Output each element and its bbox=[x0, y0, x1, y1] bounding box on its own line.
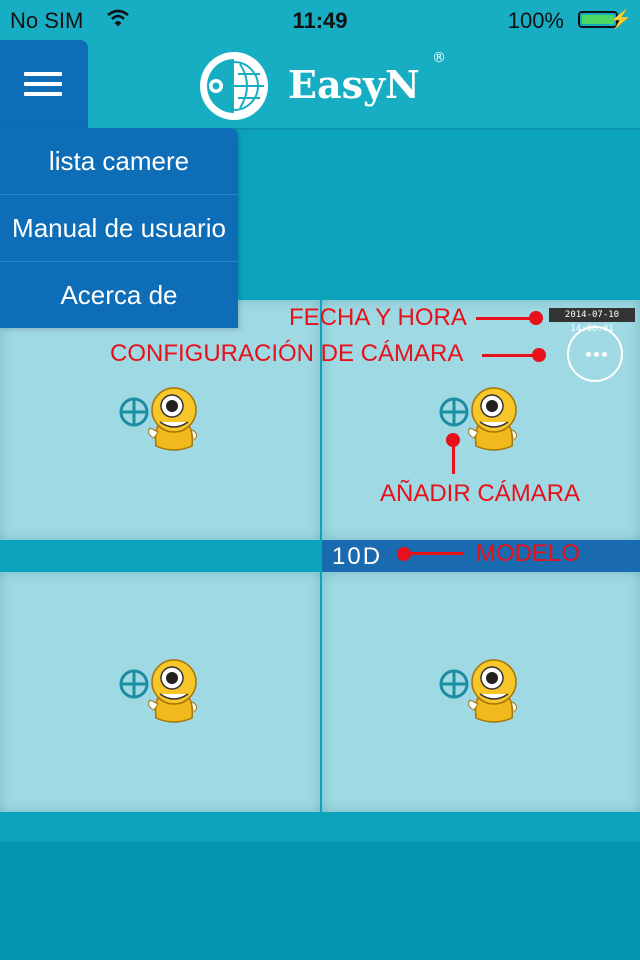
annotation-line bbox=[476, 317, 536, 320]
camera-slot-1[interactable] bbox=[0, 300, 320, 540]
annotation-line bbox=[404, 552, 464, 555]
menu-button[interactable] bbox=[0, 40, 88, 128]
bottom-band bbox=[0, 812, 640, 842]
camera-settings-button[interactable] bbox=[567, 326, 623, 382]
battery-percent: 100% bbox=[507, 8, 564, 33]
datetime-overlay: 2014-07-10 14:06:01 bbox=[549, 308, 635, 334]
logo-text: EasyN bbox=[288, 62, 420, 107]
menu-item-about[interactable]: Acerca de bbox=[0, 262, 238, 328]
annotation-model: MODELO bbox=[476, 540, 581, 567]
menu-item-camera-list[interactable]: lista camere bbox=[0, 128, 238, 195]
bottom-area bbox=[0, 842, 640, 960]
annotation-dot bbox=[532, 348, 546, 362]
menu-item-user-manual[interactable]: Manual de usuario bbox=[0, 195, 238, 262]
app-header: EasyN ® bbox=[0, 40, 640, 130]
logo-registered-mark: ® bbox=[432, 50, 446, 66]
camera-slot-3[interactable] bbox=[0, 572, 320, 812]
annotation-line bbox=[482, 354, 538, 357]
annotation-date-time: FECHA Y HORA bbox=[289, 304, 467, 331]
camera-slot-4[interactable] bbox=[322, 572, 640, 812]
add-camera-icon[interactable] bbox=[118, 386, 208, 456]
add-camera-icon[interactable] bbox=[118, 658, 208, 728]
annotation-dot bbox=[529, 311, 543, 325]
model-label: 10D bbox=[332, 543, 383, 570]
annotation-camera-settings: CONFIGURACIÓN DE CÁMARA bbox=[110, 340, 464, 367]
charging-icon: ⚡ bbox=[609, 9, 632, 29]
annotation-add-camera: AÑADIR CÁMARA bbox=[380, 480, 581, 507]
easyn-logo: EasyN ® bbox=[196, 48, 456, 130]
annotation-line bbox=[452, 440, 455, 474]
add-camera-icon[interactable] bbox=[438, 658, 528, 728]
status-bar: No SIM 11:49 100% ⚡ bbox=[0, 0, 640, 40]
side-menu: lista camere Manual de usuario Acerca de bbox=[0, 128, 238, 328]
hamburger-icon bbox=[24, 72, 62, 96]
